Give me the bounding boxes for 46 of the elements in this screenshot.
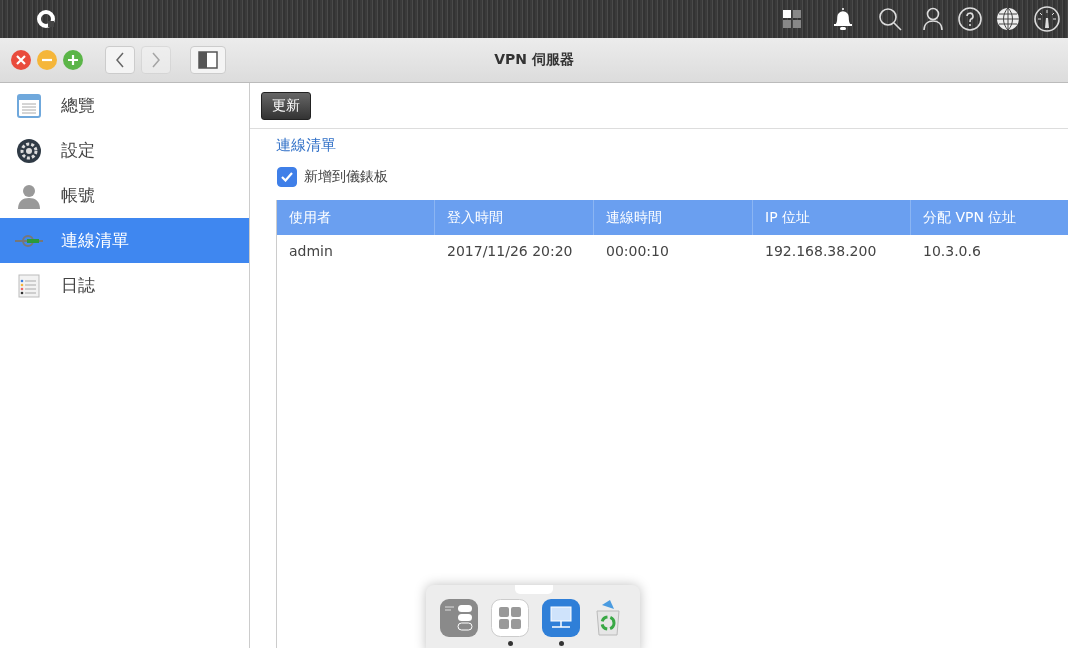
sidebar-item[interactable]: 帳號 bbox=[0, 173, 249, 218]
checkbox-label: 新增到儀錶板 bbox=[304, 168, 388, 186]
app-grid-icon[interactable] bbox=[491, 599, 529, 637]
section-title: 連線清單 bbox=[276, 136, 337, 155]
close-icon[interactable] bbox=[11, 50, 31, 70]
recycle-bin-icon[interactable] bbox=[593, 599, 623, 637]
window-title: VPN 伺服器 bbox=[494, 51, 574, 67]
notepad-icon bbox=[18, 273, 40, 298]
column-header[interactable]: 使用者 bbox=[277, 200, 435, 235]
refresh-button[interactable]: 更新 bbox=[261, 91, 311, 120]
plug-icon bbox=[15, 233, 43, 248]
logo-icon[interactable] bbox=[36, 9, 56, 29]
search-icon[interactable] bbox=[878, 7, 902, 31]
person-icon bbox=[16, 182, 42, 209]
chevron-right-icon bbox=[151, 52, 161, 68]
maximize-icon[interactable] bbox=[63, 50, 83, 70]
table-cell-text: admin bbox=[288, 242, 334, 261]
column-header[interactable]: 連線時間 bbox=[594, 200, 753, 235]
table-cell-text: 192.168.38.200 bbox=[764, 242, 878, 261]
sidebar-item[interactable]: 設定 bbox=[0, 128, 249, 173]
checkmark-icon bbox=[281, 172, 293, 182]
sidebar-item[interactable]: 日誌 bbox=[0, 263, 249, 308]
dashboard-tiles-icon[interactable] bbox=[782, 9, 802, 29]
table-cell-text: 10.3.0.6 bbox=[922, 242, 982, 261]
toggle-switches-icon[interactable] bbox=[440, 599, 478, 637]
globe-icon[interactable] bbox=[996, 7, 1020, 31]
user-icon[interactable] bbox=[922, 7, 944, 31]
dock-handle[interactable] bbox=[515, 585, 553, 594]
column-header[interactable]: 登入時間 bbox=[435, 200, 594, 235]
column-header[interactable]: 分配 VPN 位址 bbox=[911, 200, 1068, 235]
sidebar-toggle-button[interactable] bbox=[190, 46, 226, 74]
back-button[interactable] bbox=[105, 46, 135, 74]
gauge-icon[interactable] bbox=[1034, 6, 1060, 32]
column-header[interactable]: IP 位址 bbox=[753, 200, 911, 235]
gear-icon bbox=[16, 137, 42, 164]
sidebar-panel-icon bbox=[198, 51, 218, 69]
monitor-icon[interactable] bbox=[542, 599, 580, 637]
sidebar-item[interactable]: 總覽 bbox=[0, 83, 249, 128]
checkbox[interactable] bbox=[277, 167, 297, 187]
chevron-left-icon bbox=[115, 52, 125, 68]
sidebar-item[interactable]: 連線清單 bbox=[0, 218, 249, 263]
help-icon[interactable] bbox=[958, 7, 982, 31]
table-cell-text: 2017/11/26 20:20 bbox=[446, 242, 574, 261]
table-cell-text: 00:00:10 bbox=[605, 242, 670, 261]
bell-icon[interactable] bbox=[832, 7, 854, 31]
window-icon bbox=[17, 93, 41, 118]
